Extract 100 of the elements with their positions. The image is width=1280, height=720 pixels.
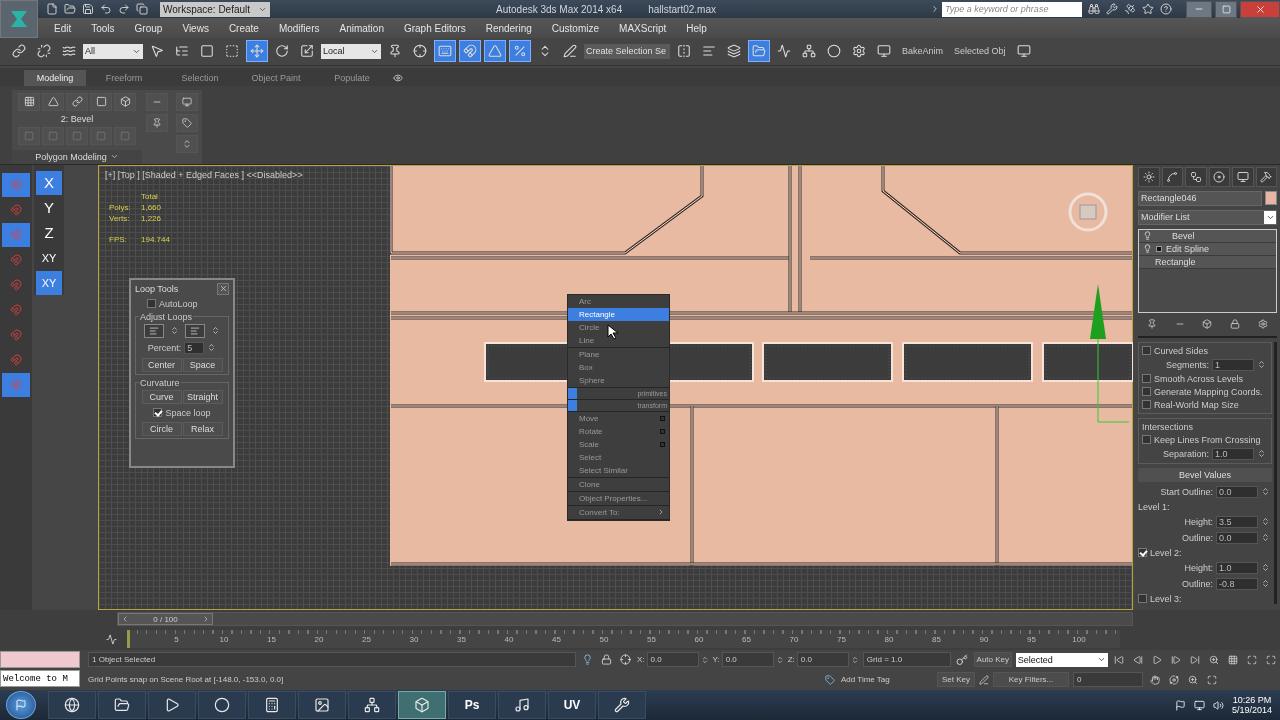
auto-key-button[interactable]: Auto Key [973,652,1012,668]
checkbox-label: Real-World Map Size [1154,399,1239,410]
menu-item[interactable]: Group [124,22,173,34]
coordinate-field[interactable]: 0.0 [646,652,699,668]
ribbon-tab[interactable]: Modeling [24,69,86,86]
field-label: Outline: [1181,532,1213,543]
field-label: Height: [1184,562,1213,573]
menu-item[interactable]: Graph Editors [393,22,476,34]
input-field[interactable]: 0.0 [1216,485,1258,498]
menu-item[interactable]: Animation [329,22,394,34]
workspace-dropdown[interactable]: Workspace: Default [160,1,270,17]
menu-item[interactable]: Customize [541,22,610,34]
ribbon-tab[interactable]: Selection [162,69,238,86]
panel-button[interactable]: Center [141,357,182,372]
time-ruler[interactable]: 5 10 15 20 25 30 35 40 45 50 55 60 65 70 75 80 85 90 95 100 [127,630,1120,649]
axis-button[interactable]: Z [36,220,62,245]
toolbar-label[interactable]: BakeAnim [898,46,948,57]
taskbar-button[interactable]: UV [548,691,596,720]
panel-button[interactable]: Curve [141,389,182,404]
axis-button[interactable]: XY [36,270,62,295]
menu-item[interactable]: Modifiers [268,22,330,34]
ribbon-tab[interactable]: Object Paint [238,69,314,86]
object-name-field[interactable]: Rectangle046 [1138,190,1262,206]
menu-item[interactable]: Tools [81,22,125,34]
ribbon-tab[interactable]: Freeform [86,69,162,86]
menu-item[interactable]: Move [568,411,669,425]
menu-item[interactable]: Box [568,360,669,374]
grid-status: Grid = 1.0 [862,652,951,668]
field-label: Segments: [1165,359,1209,370]
panel-title-button[interactable]: Polygon Modeling [12,149,142,164]
tick-label: 70 [789,635,799,645]
stack-item[interactable]: Bevel [1139,229,1276,243]
menu-item[interactable]: Views [172,22,219,34]
axis-button[interactable]: XY [36,245,62,270]
menu-item[interactable]: Rotate [568,424,669,438]
key-filters-button[interactable]: Key Filters... [993,672,1069,688]
rollout-header[interactable]: Bevel Values [1138,467,1272,482]
script-output-field[interactable]: Welcome to M [0,670,80,688]
panel-button[interactable]: Relax [182,421,223,436]
input-field[interactable]: 3.5 [1216,515,1258,528]
key-mode-dropdown[interactable]: Selected [1015,652,1108,667]
time-tag-label[interactable]: Add Time Tag [841,675,933,685]
input-field[interactable]: 1.0 [1216,561,1258,574]
checkbox-label: Space loop [165,407,211,418]
menu-item[interactable]: Scale [568,437,669,451]
dropdown[interactable]: All [83,43,143,59]
stat-label: Verts: [109,213,131,223]
menu-item[interactable]: Plane [568,347,669,361]
viewport-label[interactable]: [+] [Top ] [Shaded + Edged Faces ] <<Disabled>> [105,169,303,180]
menu-item[interactable]: Arc [568,294,669,308]
prompt-text: Grid Points snap on Scene Root at [-148.0, -153.0, 0.0] [88,675,285,685]
input-field[interactable]: 5 [184,341,205,354]
tick-label: 80 [884,635,894,645]
input-field[interactable]: 1 [1212,358,1254,371]
menu-item[interactable]: Line [568,333,669,347]
panel-button[interactable]: Straight [182,389,223,404]
menu-item[interactable]: Create [218,22,269,34]
toolbar-label[interactable]: Selected Obj [950,46,1010,57]
panel-button[interactable]: Circle [141,421,182,436]
coordinate-field[interactable]: 0.0 [721,652,774,668]
tick-label: 20 [314,635,324,645]
menu-item[interactable]: Rendering [475,22,542,34]
field-label: Start Outline: [1160,486,1213,497]
menu-item[interactable]: Select [568,450,669,464]
input-field[interactable]: 1.0 [1212,447,1254,460]
coordinate-label: X: [637,655,645,665]
time-slider-thumb[interactable]: 0 / 100 [118,613,213,626]
field-label: Outline: [1181,578,1213,589]
coordinate-label: Y: [712,655,720,665]
modifier-list-dropdown[interactable]: Modifier List [1138,209,1277,225]
input-field[interactable]: 0.0 [1216,531,1258,544]
coordinate-field[interactable]: 0.0 [796,652,849,668]
search-field[interactable]: Type a keyword or phrase [942,1,1082,17]
taskbar-button[interactable]: Ps [448,691,496,720]
coordinate-label: Z: [787,655,795,665]
group-title: Curvature [139,377,181,388]
input-field[interactable]: -0.8 [1216,577,1258,590]
menu-item[interactable]: Rectangle [568,307,669,321]
frame-field[interactable]: 0 [1073,672,1143,688]
menu-item[interactable]: MAXScript [609,22,677,34]
tick-label: 40 [504,635,514,645]
menu-item[interactable]: Select Similar [568,463,669,477]
dropdown[interactable]: Create Selection Se [584,43,670,59]
axis-button[interactable]: Y [36,195,62,220]
menu-item[interactable]: Edit [44,22,82,34]
menu-item[interactable]: Circle [568,320,669,334]
ribbon-tab[interactable]: Populate [314,69,390,86]
stat-value: 1,660 [141,202,163,212]
menu-item[interactable]: Object Properties... [568,491,669,505]
dropdown[interactable]: Local [321,43,381,59]
menu-item[interactable]: Help [676,22,717,34]
menu-item[interactable]: Convert To: [568,505,669,519]
axis-button[interactable]: X [36,170,62,195]
set-key-button[interactable]: Set Key [937,672,975,688]
panel-button[interactable]: Space [182,357,223,372]
menu-item[interactable]: Sphere [568,373,669,387]
stack-level-label: 2: Bevel [60,113,94,124]
field-label: Percent: [147,342,182,353]
menu-item[interactable]: Clone [568,477,669,491]
tick-label: 85 [932,635,941,645]
